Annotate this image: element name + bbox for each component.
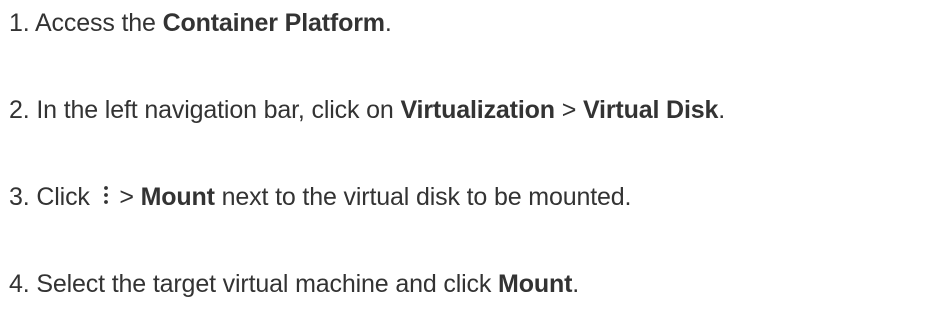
- step-4: 4. Select the target virtual machine and…: [9, 269, 579, 299]
- step-3: 3. Click > Mount next to the virtual dis…: [9, 182, 631, 212]
- more-vertical-icon: [100, 183, 112, 205]
- ui-term-virtual-disk: Virtual Disk: [582, 96, 719, 124]
- step-text: In the left navigation bar, click on: [36, 96, 401, 124]
- step-text: Select the target virtual machine and cl…: [36, 270, 499, 298]
- step-text: >: [554, 96, 583, 124]
- step-number: 4.: [9, 270, 30, 298]
- step-text: .: [384, 9, 392, 37]
- step-number: 3.: [9, 183, 30, 211]
- step-number: 1.: [9, 9, 30, 37]
- step-text: Access the: [34, 9, 163, 37]
- step-text: Click: [36, 183, 97, 211]
- step-text: next to the virtual disk to be mounted.: [214, 183, 632, 211]
- step-text: >: [112, 183, 141, 211]
- step-text: .: [572, 270, 580, 298]
- step-number: 2.: [9, 96, 30, 124]
- step-2: 2. In the left navigation bar, click on …: [9, 95, 725, 125]
- ui-term-container-platform: Container Platform: [162, 9, 385, 37]
- ui-term-mount: Mount: [498, 270, 573, 298]
- ui-term-virtualization: Virtualization: [400, 96, 555, 124]
- step-text: .: [718, 96, 726, 124]
- step-1: 1. Access the Container Platform.: [9, 8, 392, 38]
- ui-term-mount: Mount: [140, 183, 215, 211]
